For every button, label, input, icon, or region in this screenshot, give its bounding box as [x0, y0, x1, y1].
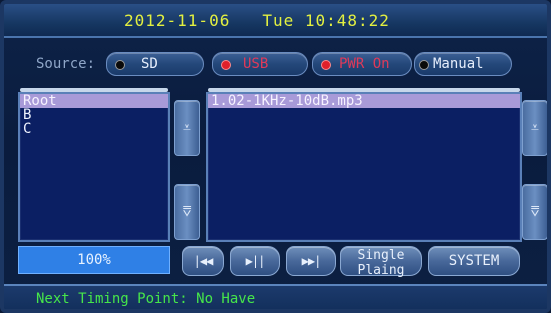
folder-item-c[interactable]: C: [20, 122, 168, 136]
indicator-on-icon: [321, 60, 331, 70]
manual-label: Manual: [433, 56, 484, 72]
file-item[interactable]: 1.02-1KHz-10dB.mp3: [208, 94, 520, 108]
date-text: 2012-11-06: [124, 11, 231, 30]
play-mode-button[interactable]: Single Plaing: [340, 246, 422, 278]
folder-item-root[interactable]: Root: [20, 94, 168, 108]
play-mode-line2: Plaing: [357, 263, 405, 278]
file-list[interactable]: 1.02-1KHz-10dB.mp3: [206, 88, 522, 242]
scroll-down-icon: ⩢: [530, 204, 540, 220]
status-bar: Next Timing Point: No Have: [4, 284, 547, 309]
file-scroll-up-button[interactable]: ⩡: [522, 100, 547, 156]
source-selector: Source: SD USB PWR On Manual: [28, 52, 528, 76]
clock: 2012-11-06 Tue 10:48:22: [124, 11, 390, 31]
volume-percent: 100%: [18, 246, 170, 274]
scroll-down-icon: ⩢: [182, 204, 192, 220]
system-button[interactable]: SYSTEM: [428, 246, 520, 276]
folder-item-b[interactable]: B: [20, 108, 168, 122]
pwr-on-button[interactable]: PWR On: [312, 52, 412, 76]
manual-button[interactable]: Manual: [414, 52, 512, 76]
play-pause-icon: ▶||: [245, 254, 266, 268]
indicator-on-icon: [221, 60, 231, 70]
file-scroll-down-button[interactable]: ⩢: [522, 184, 547, 240]
status-text: Next Timing Point: No Have: [36, 291, 256, 307]
source-usb-button[interactable]: USB: [212, 52, 308, 76]
folder-scroll-up-button[interactable]: ⩡: [174, 100, 200, 156]
header-bar: 2012-11-06 Tue 10:48:22: [4, 4, 547, 38]
source-sd-button[interactable]: SD: [106, 52, 204, 76]
prev-track-icon: |◀◀: [193, 254, 214, 268]
play-pause-button[interactable]: ▶||: [230, 246, 280, 276]
play-mode-line1: Single: [357, 248, 405, 263]
source-sd-label: SD: [141, 56, 158, 72]
player-screen: 2012-11-06 Tue 10:48:22 Source: SD USB PW…: [0, 0, 551, 313]
source-label: Source:: [36, 56, 96, 72]
file-list-edge: [208, 88, 520, 92]
pwr-on-label: PWR On: [339, 56, 390, 72]
folder-scroll-down-button[interactable]: ⩢: [174, 184, 200, 240]
next-button[interactable]: ▶▶|: [286, 246, 336, 276]
indicator-off-icon: [419, 60, 429, 70]
next-track-icon: ▶▶|: [301, 254, 322, 268]
folder-list-edge: [20, 88, 168, 92]
system-label: SYSTEM: [448, 253, 500, 269]
time-text: Tue 10:48:22: [262, 11, 390, 30]
previous-button[interactable]: |◀◀: [182, 246, 224, 276]
indicator-off-icon: [115, 60, 125, 70]
source-usb-label: USB: [243, 56, 269, 72]
folder-list[interactable]: Root B C: [18, 88, 170, 242]
scroll-up-icon: ⩡: [531, 120, 539, 136]
scroll-up-icon: ⩡: [183, 120, 191, 136]
